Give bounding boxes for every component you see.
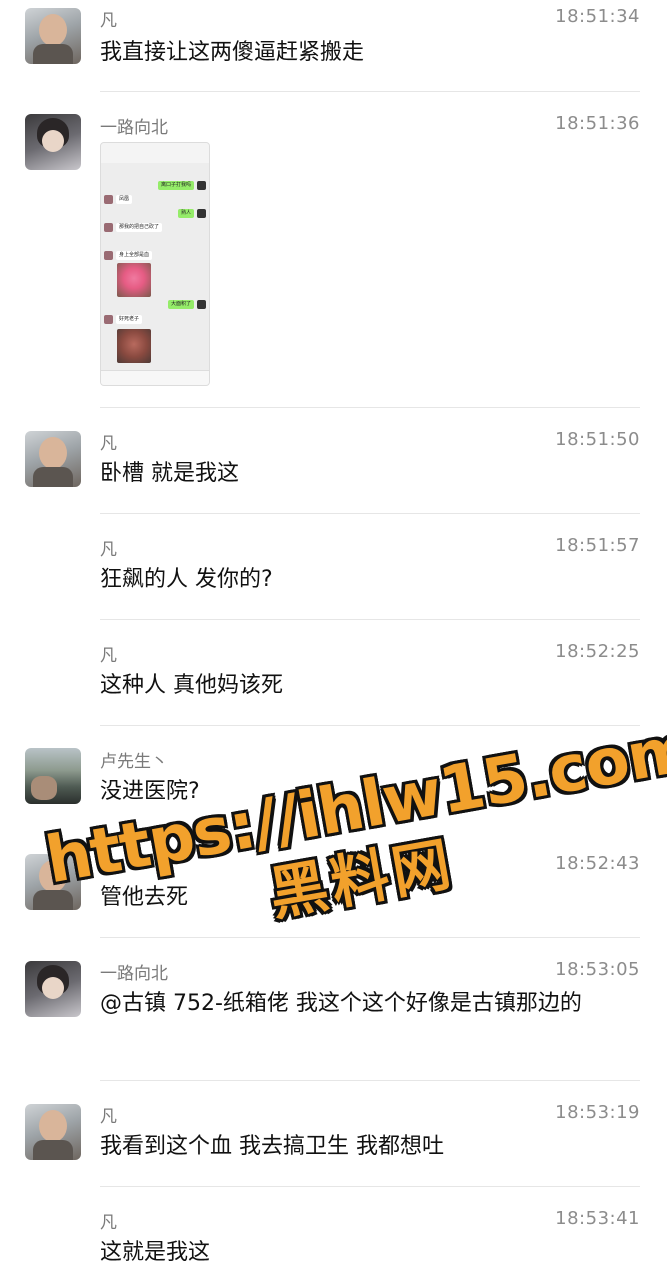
avatar[interactable] <box>25 8 81 64</box>
sender-name: 一路向北 <box>100 118 168 138</box>
thumb-bubble: 好死老子 <box>116 315 143 324</box>
sender-name: 凡 <box>100 434 117 454</box>
thumb-avatar <box>104 315 113 324</box>
message-text[interactable]: @古镇 752-纸箱佬 我这个这个好像是古镇那边的 <box>100 987 640 1021</box>
chat-screenshot-image[interactable]: 离口子打我吗 凤凰 熟人 那我的把自己砍了 身上全部是血 大面积了 好死老子 <box>100 142 210 386</box>
sender-name: 凡 <box>100 1213 117 1233</box>
sender-name: 卢先生丶 <box>100 752 168 772</box>
message-time: 18:53:19 <box>555 1102 640 1123</box>
thumb-avatar <box>104 223 113 232</box>
avatar[interactable] <box>25 114 81 170</box>
sender-name: 凡 <box>100 540 117 560</box>
message-text[interactable]: 我直接让这两傻逼赶紧搬走 <box>100 36 640 70</box>
message-time: 18:51:36 <box>555 113 640 134</box>
message-time: 18:51:57 <box>555 535 640 556</box>
message-time: 18:53:41 <box>555 1208 640 1229</box>
thumb-avatar <box>104 251 113 260</box>
divider <box>100 725 640 726</box>
divider <box>100 1080 640 1081</box>
thumb-photo <box>117 263 151 297</box>
avatar[interactable] <box>25 961 81 1017</box>
avatar[interactable] <box>25 748 81 804</box>
message-time: 18:51:50 <box>555 429 640 450</box>
message-time: 18:53:05 <box>555 959 640 980</box>
thumb-input-bar <box>101 370 209 385</box>
thumb-avatar <box>197 181 206 190</box>
sender-name: 凡 <box>100 11 117 31</box>
message-text[interactable]: 狂飙的人 发你的? <box>100 563 640 597</box>
message-text[interactable]: 卧槽 就是我这 <box>100 457 640 491</box>
avatar[interactable] <box>25 1104 81 1160</box>
sender-name: 凡 <box>100 1107 117 1127</box>
divider <box>100 91 640 92</box>
divider <box>100 513 640 514</box>
sender-name: 一路向北 <box>100 964 168 984</box>
message-text[interactable]: 我看到这个血 我去搞卫生 我都想吐 <box>100 1130 640 1164</box>
sender-name: 凡 <box>100 646 117 666</box>
message-text[interactable]: 这种人 真他妈该死 <box>100 669 640 703</box>
thumb-bubble: 熟人 <box>177 209 194 218</box>
thumb-avatar <box>104 195 113 204</box>
thumb-avatar <box>197 300 206 309</box>
thumb-bubble: 身上全部是血 <box>116 251 153 260</box>
thumb-avatar <box>197 209 206 218</box>
thumb-header <box>101 143 209 163</box>
divider <box>100 1186 640 1187</box>
avatar[interactable] <box>25 431 81 487</box>
divider <box>100 407 640 408</box>
thumb-bubble: 离口子打我吗 <box>157 181 194 190</box>
thumb-bubble: 那我的把自己砍了 <box>116 223 163 232</box>
thumb-photo <box>117 329 151 363</box>
thumb-bubble: 凤凰 <box>116 195 133 204</box>
message-time: 18:51:34 <box>555 6 640 27</box>
thumb-bubble: 大面积了 <box>167 300 194 309</box>
message-time: 18:52:25 <box>555 641 640 662</box>
divider <box>100 619 640 620</box>
message-text[interactable]: 这就是我这 <box>100 1236 640 1270</box>
message-time: 18:52:43 <box>555 853 640 874</box>
divider <box>100 937 640 938</box>
